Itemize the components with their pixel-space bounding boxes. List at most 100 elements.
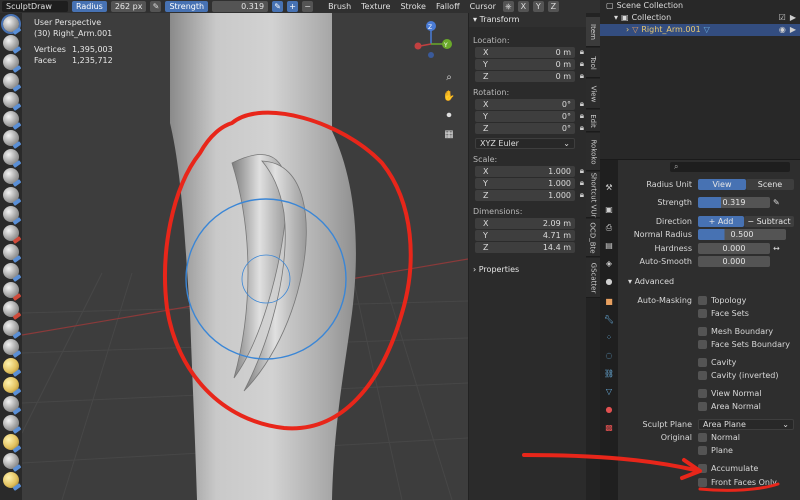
camera-icon[interactable]: ▶ <box>790 24 796 36</box>
camera-icon[interactable]: ⏺ <box>442 109 456 123</box>
cavity-inverted-checkbox[interactable]: Cavity (inverted) <box>698 370 778 381</box>
slide-relax-brush-icon[interactable] <box>3 434 19 450</box>
radius-value[interactable]: 262 px <box>110 1 147 12</box>
physics-icon[interactable]: ◌ <box>603 350 615 362</box>
eye-icon[interactable]: ◉ <box>779 24 786 36</box>
camera-icon[interactable]: ▶ <box>790 12 796 24</box>
properties-panel-header[interactable]: › Properties <box>469 263 586 277</box>
clay-strips-brush-icon[interactable] <box>3 73 19 89</box>
mirror-z-toggle[interactable]: Z <box>547 1 559 12</box>
texture-icon[interactable]: ▩ <box>603 422 615 434</box>
rotation-z-field[interactable]: Z 0° <box>475 123 575 134</box>
cavity-checkbox[interactable]: Cavity <box>698 357 736 368</box>
outliner-scene-collection[interactable]: ▢ Scene Collection <box>600 0 800 12</box>
particles-icon[interactable]: ⁘ <box>603 332 615 344</box>
lock-icon[interactable]: 🔒︎ <box>580 178 584 188</box>
tool-settings-icon[interactable]: ⚒ <box>603 182 615 194</box>
scrape-brush-icon[interactable] <box>3 244 19 260</box>
rotate-brush-icon[interactable] <box>3 415 19 431</box>
lock-icon[interactable]: 🔒︎ <box>580 71 584 81</box>
scale-x-field[interactable]: X 1.000 <box>475 166 575 177</box>
texture-menu[interactable]: Texture <box>358 2 393 11</box>
draw-brush-icon[interactable] <box>1 14 21 34</box>
strength-label[interactable]: Strength <box>165 1 209 12</box>
boundary-brush-icon[interactable] <box>3 453 19 469</box>
fill-brush-icon[interactable] <box>3 225 19 241</box>
lock-icon[interactable]: 🔒︎ <box>580 47 584 57</box>
double-arrow-icon[interactable]: ↔ <box>773 244 780 253</box>
render-icon[interactable]: ▣ <box>603 204 615 216</box>
strength-pressure-icon[interactable]: ✎ <box>272 1 284 12</box>
properties-search-input[interactable]: ⌕ <box>670 162 790 172</box>
location-z-field[interactable]: Z0 m <box>475 71 575 82</box>
original-plane-checkbox[interactable]: Plane <box>698 445 733 456</box>
elastic-deform-brush-icon[interactable] <box>3 320 19 336</box>
snake-hook-brush-icon[interactable] <box>3 339 19 355</box>
strength-slider[interactable]: 0.319 <box>698 197 770 208</box>
lock-icon[interactable]: 🔒︎ <box>580 111 584 121</box>
tab-ocd-bte[interactable]: OCD_Bte <box>586 219 600 257</box>
auto-smooth-slider[interactable]: 0.000 <box>698 256 770 267</box>
world-icon[interactable]: ● <box>603 276 615 288</box>
mirror-y-toggle[interactable]: Y <box>532 1 544 12</box>
tab-item[interactable]: Item <box>586 17 600 47</box>
front-faces-only-checkbox[interactable]: Front Faces Only <box>698 477 777 488</box>
transform-panel-header[interactable]: ▾ Transform <box>469 13 586 27</box>
hardness-slider[interactable]: 0.000 <box>698 243 770 254</box>
sculpt-plane-select[interactable]: Area Plane ⌄ <box>698 419 794 430</box>
location-x-field[interactable]: X0 m <box>475 47 575 58</box>
dimension-z-field[interactable]: Z 14.4 m <box>475 242 575 253</box>
mirror-x-toggle[interactable]: X <box>517 1 529 12</box>
output-icon[interactable]: ⎙ <box>603 222 615 234</box>
pressure-icon[interactable]: ✎ <box>773 198 780 207</box>
pinch-brush-icon[interactable] <box>3 282 19 298</box>
advanced-panel-header[interactable]: ▾ Advanced <box>628 277 674 286</box>
face-sets-boundary-checkbox[interactable]: Face Sets Boundary <box>698 339 790 350</box>
lock-icon[interactable]: 🔒︎ <box>580 99 584 109</box>
pen-pressure-icon[interactable]: ✎ <box>150 1 162 12</box>
tab-shortcut-vur[interactable]: Shortcut VUr <box>586 172 600 218</box>
pan-hand-icon[interactable]: ✋ <box>442 90 456 104</box>
outliner-object-row[interactable]: › ▽ Right_Arm.001 ▽ ◉ ▶ <box>600 24 800 36</box>
dimension-x-field[interactable]: X 2.09 m <box>475 218 575 229</box>
strength-value[interactable]: 0.319 <box>212 1 269 12</box>
flatten-brush-icon[interactable] <box>3 206 19 222</box>
dimension-y-field[interactable]: Y 4.71 m <box>475 230 575 241</box>
tab-edit[interactable]: Edit <box>586 110 600 132</box>
checkbox-icon[interactable]: ☑ <box>779 12 786 24</box>
radius-label[interactable]: Radius <box>72 1 107 12</box>
stroke-menu[interactable]: Stroke <box>397 2 429 11</box>
direction-subtract-button[interactable]: − Subtract <box>744 216 794 227</box>
scale-z-field[interactable]: Z 1.000 <box>475 190 575 201</box>
grid-view-icon[interactable]: ▦ <box>442 128 456 142</box>
lock-icon[interactable]: 🔒︎ <box>580 59 584 69</box>
object-icon[interactable]: ■ <box>603 296 615 308</box>
thumb-brush-icon[interactable] <box>3 358 19 374</box>
lock-icon[interactable]: 🔒︎ <box>580 166 584 176</box>
original-normal-checkbox[interactable]: Normal <box>698 432 740 443</box>
direction-add-icon[interactable]: + <box>287 1 299 12</box>
grab-brush-icon[interactable] <box>3 301 19 317</box>
zoom-icon[interactable]: ⌕ <box>442 71 456 85</box>
tab-tool[interactable]: Tool <box>586 48 600 78</box>
mesh-boundary-checkbox[interactable]: Mesh Boundary <box>698 326 773 337</box>
3d-viewport[interactable]: Z Y User Perspective (30) Right_Arm.001 … <box>22 13 468 500</box>
scale-y-field[interactable]: Y 1.000 <box>475 178 575 189</box>
inflate-brush-icon[interactable] <box>3 130 19 146</box>
location-y-field[interactable]: Y0 m <box>475 59 575 70</box>
constraints-icon[interactable]: ⛓ <box>603 368 615 380</box>
navigation-gizmo[interactable] <box>414 21 453 58</box>
blob-brush-icon[interactable] <box>3 149 19 165</box>
draw-sharp-brush-icon[interactable] <box>3 35 19 51</box>
rotation-mode-select[interactable]: XYZ Euler ⌄ <box>475 138 575 149</box>
modifier-wrench-icon[interactable]: 🔧︎ <box>603 314 615 326</box>
crease-brush-icon[interactable] <box>3 168 19 184</box>
radius-unit-scene-button[interactable]: Scene <box>746 179 794 190</box>
view-layer-icon[interactable]: ▤ <box>603 240 615 252</box>
nudge-brush-icon[interactable] <box>3 396 19 412</box>
pose-brush-icon[interactable] <box>3 377 19 393</box>
brush-menu[interactable]: Brush <box>325 2 354 11</box>
falloff-menu[interactable]: Falloff <box>433 2 463 11</box>
cursor-menu[interactable]: Cursor <box>467 2 499 11</box>
brush-name-field[interactable]: SculptDraw <box>2 1 68 12</box>
